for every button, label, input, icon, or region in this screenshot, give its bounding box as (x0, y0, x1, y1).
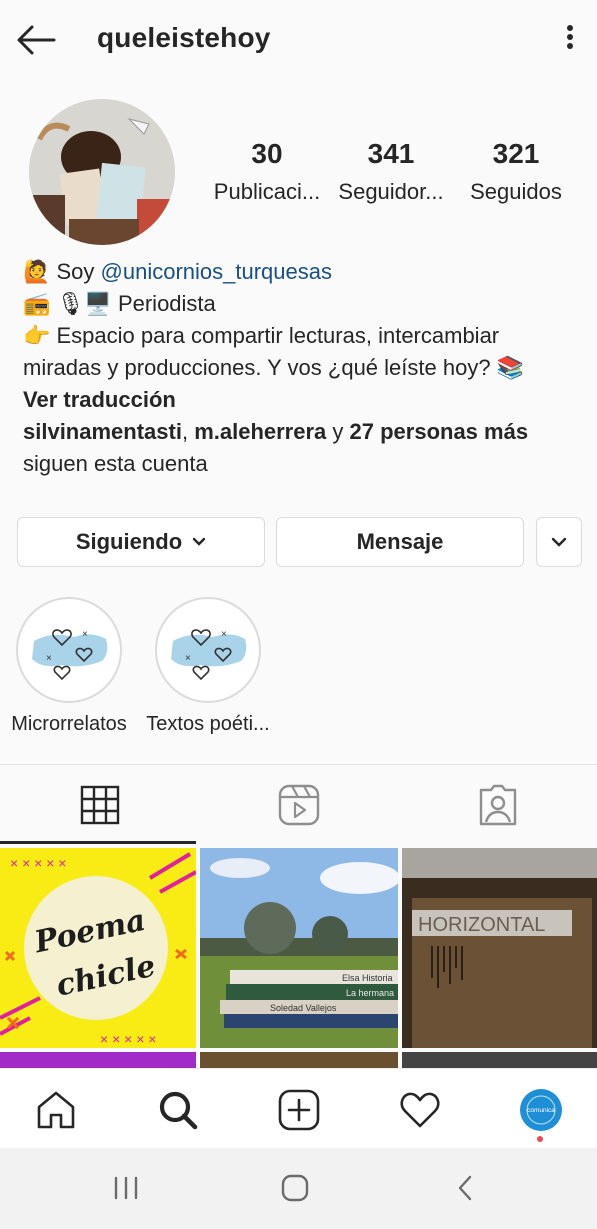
follower-more[interactable]: 27 personas más (350, 419, 529, 444)
see-translation-link[interactable]: Ver traducción (23, 384, 583, 416)
top-header: queleistehoy (0, 0, 597, 80)
highlight-cover: × × (22, 603, 116, 697)
svg-text:×: × (46, 653, 52, 664)
nav-profile[interactable]: comunica (518, 1087, 564, 1133)
stat-followers-value: 341 (367, 138, 415, 169)
following-button-label: Siguiendo (75, 529, 183, 554)
profile-bio: 🙋 Soy @unicornios_turquesas 📻 🎙🖥️ Period… (23, 256, 583, 480)
bottom-navigation: comunica (0, 1068, 597, 1148)
reels-icon (278, 784, 319, 826)
highlight-ring: × × (155, 597, 261, 703)
stat-posts-label: Publicaci... (213, 179, 321, 204)
bio-line-1-text: 🙋 Soy (23, 259, 101, 284)
system-navigation-bar (0, 1148, 597, 1229)
svg-text:×: × (221, 629, 227, 640)
profile-username: queleistehoy (97, 22, 271, 53)
book-spine-3: Soledad Vallejos (270, 1003, 337, 1013)
nav-activity[interactable] (397, 1087, 443, 1133)
tab-reels[interactable] (199, 765, 398, 845)
book-spine-1: Elsa Historia (342, 973, 393, 983)
post-thumbnail[interactable]: × × × × × × × × × × Poema chicle (0, 848, 196, 1048)
bio-line-1: 🙋 Soy @unicornios_turquesas (23, 256, 583, 288)
highlight-textos-poeticos[interactable]: × × Textos poéti... (146, 597, 270, 736)
highlight-cover: × × (161, 603, 255, 697)
bio-mention-link[interactable]: @unicornios_turquesas (101, 259, 332, 284)
bio-line-2: 📻 🎙🖥️ Periodista (23, 291, 216, 316)
bio-line-4: miradas y producciones. Y vos ¿qué leíst… (23, 355, 525, 380)
followed-by-suffix: siguen esta cuenta (23, 451, 208, 476)
back-chevron-icon (458, 1175, 472, 1201)
chevron-down-icon (192, 537, 206, 546)
svg-text:×: × (82, 629, 88, 640)
bio-line-3: 👉 Espacio para compartir lecturas, inter… (23, 323, 500, 348)
highlight-ring: × × (16, 597, 122, 703)
arrow-left-icon (17, 25, 56, 55)
stat-following[interactable]: 321 Seguidos (464, 138, 568, 205)
message-button[interactable]: Mensaje (276, 517, 524, 567)
stat-followers[interactable]: 341 Seguidor... (336, 138, 446, 205)
system-back-button[interactable] (445, 1172, 485, 1204)
tab-grid[interactable] (0, 765, 199, 845)
tab-tagged[interactable] (398, 765, 597, 845)
follower-user-1[interactable]: silvinamentasti (23, 419, 182, 444)
tagged-user-icon (479, 784, 516, 826)
hearts-cover-icon: × × (161, 603, 255, 697)
book-spine-2: La hermana (346, 988, 394, 998)
grid-icon (80, 785, 119, 825)
following-button[interactable]: Siguiendo (17, 517, 265, 567)
stat-following-label: Seguidos (470, 179, 562, 204)
nav-search[interactable] (155, 1087, 201, 1133)
avatar-image (29, 99, 175, 245)
svg-text:× × × × ×: × × × × × (10, 855, 66, 871)
recent-apps-icon (114, 1176, 138, 1200)
highlight-label: Textos poéti... (146, 713, 270, 735)
profile-avatar-icon: comunica (520, 1089, 562, 1131)
add-post-icon (278, 1089, 320, 1131)
active-tab-indicator (0, 841, 196, 844)
followed-by-line[interactable]: silvinamentasti, m.aleherrera y 27 perso… (23, 416, 583, 448)
nav-new-post[interactable] (276, 1087, 322, 1133)
stat-posts-value: 30 (251, 138, 283, 169)
profile-tabs (0, 765, 597, 845)
notification-dot (537, 1136, 543, 1142)
stat-posts[interactable]: 30 Publicaci... (209, 138, 325, 205)
horizontal-book-post-image: HORIZONTAL (402, 848, 597, 1048)
back-button[interactable] (14, 22, 58, 58)
nav-home[interactable] (33, 1087, 79, 1133)
chevron-down-icon (551, 537, 567, 547)
poem-post-image: × × × × × × × × × × Poema chicle (0, 848, 196, 1048)
svg-text:× × × × ×: × × × × × (100, 1031, 156, 1047)
follower-user-2[interactable]: m.aleherrera (194, 419, 326, 444)
home-icon (37, 1091, 75, 1129)
suggested-accounts-button[interactable] (536, 517, 582, 567)
recent-apps-button[interactable] (106, 1172, 146, 1204)
search-icon (159, 1091, 198, 1130)
svg-text:×: × (185, 653, 191, 664)
stat-followers-label: Seguidor... (338, 179, 444, 204)
heart-icon (400, 1092, 440, 1128)
book-title-horizontal: HORIZONTAL (418, 914, 545, 936)
highlight-microrrelatos[interactable]: × × Microrrelatos (10, 597, 128, 736)
books-post-image: Elsa Historia La hermana Soledad Vallejo… (200, 848, 398, 1048)
post-thumbnail[interactable]: Elsa Historia La hermana Soledad Vallejo… (200, 848, 398, 1048)
follower-separator: , (181, 419, 195, 444)
follower-and: y (326, 419, 350, 444)
more-options-button[interactable] (556, 22, 584, 58)
message-button-label: Mensaje (356, 529, 444, 554)
highlight-label: Microrrelatos (11, 713, 127, 735)
home-system-button[interactable] (275, 1172, 315, 1204)
profile-avatar-badge: comunica (527, 1107, 555, 1114)
home-button-icon (281, 1174, 309, 1202)
hearts-cover-icon: × × (22, 603, 116, 697)
stat-following-value: 321 (492, 138, 540, 169)
profile-avatar[interactable] (29, 99, 175, 245)
post-thumbnail[interactable]: HORIZONTAL (402, 848, 597, 1048)
